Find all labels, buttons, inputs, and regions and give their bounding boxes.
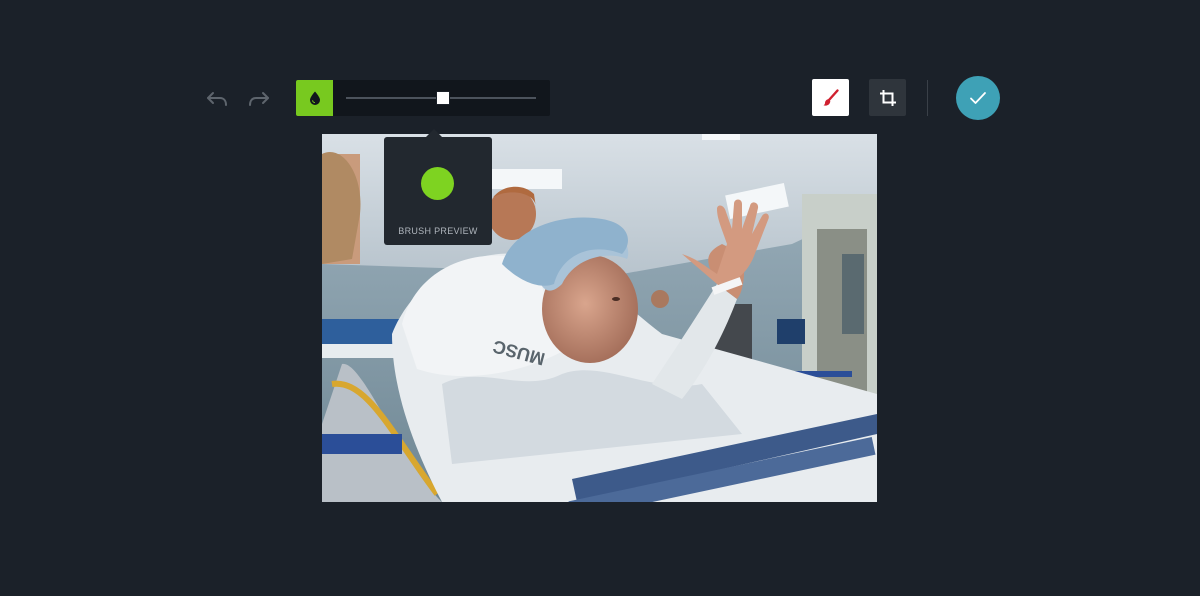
brush-preview-dot <box>421 167 454 200</box>
redo-arrow-icon <box>247 89 271 109</box>
confirm-button[interactable] <box>956 76 1000 120</box>
redo-button[interactable] <box>245 86 273 112</box>
undo-arrow-icon <box>205 89 229 109</box>
brush-size-slider[interactable] <box>346 97 536 99</box>
brush-size-slider-handle[interactable] <box>436 91 450 105</box>
undo-button[interactable] <box>203 86 231 112</box>
brush-settings-toolbar <box>296 80 550 116</box>
brush-preview-popover: BRUSH PREVIEW <box>384 137 492 245</box>
brush-preview-pointer <box>426 129 442 137</box>
crop-tool-button[interactable] <box>869 79 906 116</box>
paint-tool-button[interactable] <box>812 79 849 116</box>
brush-preview-label: BRUSH PREVIEW <box>384 226 492 236</box>
crop-icon <box>879 89 897 107</box>
opacity-toggle-button[interactable] <box>296 80 333 116</box>
water-drop-icon <box>309 91 321 105</box>
checkmark-icon <box>969 91 987 105</box>
brush-icon <box>821 88 841 108</box>
toolbar-divider <box>927 80 928 116</box>
